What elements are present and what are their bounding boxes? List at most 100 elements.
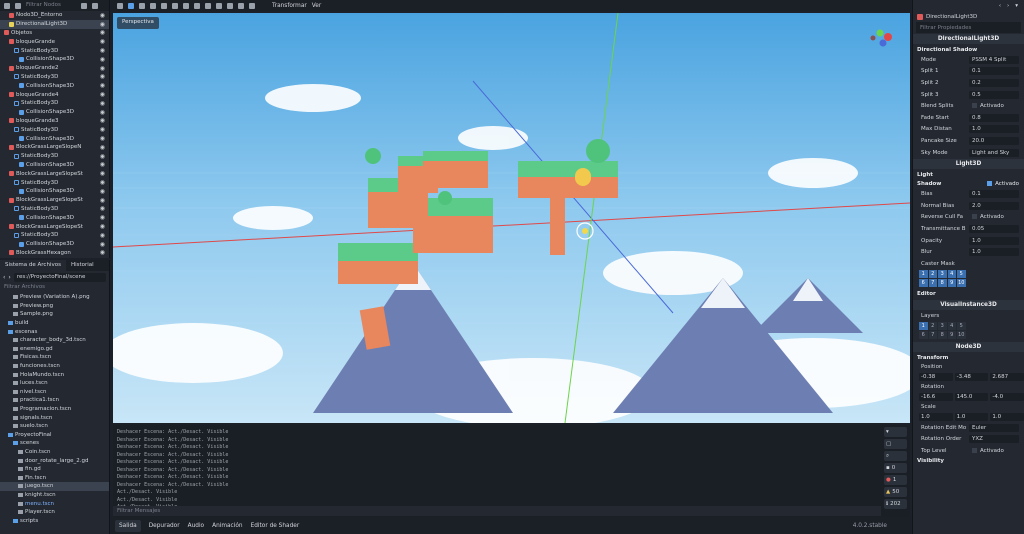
scene-node[interactable]: CollisionShape3D ◉ bbox=[0, 134, 109, 143]
visibility-icon[interactable]: ◉ bbox=[100, 100, 109, 107]
scene-node[interactable]: CollisionShape3D ◉ bbox=[0, 81, 109, 90]
scene-node[interactable]: CollisionShape3D ◉ bbox=[0, 240, 109, 249]
message-filter-input[interactable]: Filtrar Mensajes bbox=[113, 506, 881, 516]
perspective-menu[interactable]: Perspectiva bbox=[117, 17, 159, 29]
layer-bit[interactable]: 8 bbox=[938, 331, 947, 340]
file-item[interactable]: Sample.png bbox=[0, 310, 109, 319]
visibility-icon[interactable]: ◉ bbox=[100, 241, 109, 248]
sun-preview-icon[interactable] bbox=[227, 2, 233, 9]
group-icon[interactable] bbox=[183, 2, 189, 9]
layer-bit[interactable]: 10 bbox=[957, 331, 966, 340]
layer-bit[interactable]: 1 bbox=[919, 322, 928, 331]
prop-value[interactable]: 0.1 bbox=[969, 67, 1019, 76]
layer-bit[interactable]: 8 bbox=[938, 278, 947, 287]
visibility-icon[interactable]: ◉ bbox=[100, 188, 109, 195]
file-item[interactable]: knight.tscn bbox=[0, 491, 109, 500]
tab-shader-editor[interactable]: Editor de Shader bbox=[251, 523, 300, 529]
section-visibility[interactable]: Visibility bbox=[913, 457, 1024, 466]
tab-output[interactable]: Salida bbox=[115, 519, 141, 532]
scale-z[interactable]: 1.0 bbox=[990, 412, 1024, 421]
scene-node[interactable]: CollisionShape3D ◉ bbox=[0, 187, 109, 196]
position-z[interactable]: 2.687 bbox=[990, 372, 1024, 381]
tab-filesystem[interactable]: Sistema de Archivos bbox=[0, 260, 66, 271]
rotation-x[interactable]: -16.6 bbox=[919, 392, 953, 401]
scene-node[interactable]: BlockGrassLargeSlopeSt ◉ bbox=[0, 196, 109, 205]
prop-value[interactable]: PSSM 4 Split bbox=[969, 55, 1019, 64]
visibility-icon[interactable]: ◉ bbox=[100, 144, 109, 151]
toggle-info-button[interactable]: ℹ 202 bbox=[884, 499, 907, 509]
visibility-icon[interactable]: ◉ bbox=[100, 73, 109, 80]
tab-history[interactable]: Historial bbox=[66, 260, 99, 271]
visibility-icon[interactable]: ◉ bbox=[100, 117, 109, 124]
visibility-icon[interactable]: ◉ bbox=[100, 12, 109, 19]
file-filter-input[interactable]: Filtrar Archivos bbox=[0, 283, 109, 293]
prop-value[interactable]: 1.0 bbox=[969, 236, 1019, 245]
prop-value[interactable]: 0.8 bbox=[969, 113, 1019, 122]
prop-value[interactable]: 0.1 bbox=[969, 190, 1019, 199]
scene-node[interactable]: StaticBody3D ◉ bbox=[0, 99, 109, 108]
scene-node[interactable]: BlockGrassLargeSlopeN ◉ bbox=[0, 143, 109, 152]
rotation-y[interactable]: 145.0 bbox=[954, 392, 989, 401]
file-item[interactable]: HolaMundo.tscn bbox=[0, 370, 109, 379]
local-space-icon[interactable] bbox=[205, 2, 211, 9]
position-y[interactable]: -3.48 bbox=[954, 372, 989, 381]
layer-bit[interactable]: 10 bbox=[957, 278, 966, 287]
add-node-icon[interactable] bbox=[4, 2, 10, 9]
search-icon[interactable] bbox=[81, 2, 87, 9]
visibility-icon[interactable]: ◉ bbox=[100, 197, 109, 204]
scene-node[interactable]: StaticBody3D ◉ bbox=[0, 46, 109, 55]
prop-value[interactable]: 0.2 bbox=[969, 78, 1019, 87]
scene-node[interactable]: CollisionShape3D ◉ bbox=[0, 161, 109, 170]
select-tool-icon[interactable] bbox=[117, 2, 123, 9]
file-item[interactable]: practica1.tscn bbox=[0, 396, 109, 405]
folder-item[interactable]: ProyectoFinal bbox=[0, 431, 109, 440]
visibility-icon[interactable]: ◉ bbox=[100, 82, 109, 89]
folder-item[interactable]: scripts bbox=[0, 516, 109, 525]
visibility-icon[interactable]: ◉ bbox=[100, 47, 109, 54]
visibility-icon[interactable]: ◉ bbox=[100, 21, 109, 28]
forward-icon[interactable]: › bbox=[8, 274, 10, 281]
inspected-node-name[interactable]: DirectionalLight3D bbox=[926, 14, 977, 20]
prop-value[interactable]: Euler bbox=[969, 423, 1019, 432]
scale-tool-icon[interactable] bbox=[150, 2, 156, 9]
visibility-icon[interactable]: ◉ bbox=[100, 109, 109, 116]
caster-mask-grid[interactable]: 1 2 3 4 5 6 7 8 9 10 bbox=[919, 269, 1024, 287]
layer-bit[interactable]: 1 bbox=[919, 269, 928, 278]
shadow-enabled-toggle[interactable]: Activado bbox=[987, 180, 1024, 187]
layer-bit[interactable]: 7 bbox=[928, 278, 937, 287]
prop-value[interactable]: 1.0 bbox=[969, 248, 1019, 257]
scene-node[interactable]: bloqueGrande4 ◉ bbox=[0, 90, 109, 99]
visibility-icon[interactable]: ◉ bbox=[100, 56, 109, 63]
visibility-icon[interactable]: ◉ bbox=[100, 91, 109, 98]
visibility-icon[interactable]: ◉ bbox=[100, 249, 109, 256]
file-item[interactable]: juego.tscn bbox=[0, 482, 109, 491]
tab-debugger[interactable]: Depurador bbox=[149, 523, 180, 529]
property-filter-input[interactable]: Filtrar Propiedades bbox=[916, 22, 1021, 33]
scene-node[interactable]: CollisionShape3D ◉ bbox=[0, 55, 109, 64]
path-field[interactable]: res://ProyectoFinal/scene bbox=[13, 272, 106, 282]
transform-menu[interactable]: Transformar bbox=[272, 3, 307, 9]
file-item[interactable]: Fisicas.tscn bbox=[0, 353, 109, 362]
scene-node[interactable]: DirectionalLight3D ◉ bbox=[0, 19, 109, 29]
scene-node[interactable]: StaticBody3D ◉ bbox=[0, 152, 109, 161]
script-icon[interactable] bbox=[92, 2, 98, 9]
more-icon[interactable] bbox=[249, 2, 255, 9]
rotate-tool-icon[interactable] bbox=[139, 2, 145, 9]
prop-value[interactable]: Activado bbox=[969, 102, 1019, 110]
prop-value[interactable]: Activado bbox=[969, 213, 1019, 221]
file-item[interactable]: luces.tscn bbox=[0, 379, 109, 388]
visibility-icon[interactable]: ◉ bbox=[100, 214, 109, 221]
file-item[interactable]: fin.gd bbox=[0, 465, 109, 474]
scene-node[interactable]: BlockGrassLargeSlopeSt ◉ bbox=[0, 222, 109, 231]
position-x[interactable]: -0.38 bbox=[919, 372, 953, 381]
back-icon[interactable]: ‹ bbox=[3, 274, 5, 281]
scene-node[interactable]: CollisionShape3D ◉ bbox=[0, 108, 109, 117]
scene-node[interactable]: bloqueGrande2 ◉ bbox=[0, 64, 109, 73]
layer-bit[interactable]: 3 bbox=[938, 269, 947, 278]
file-item[interactable]: character_body_3d.tscn bbox=[0, 336, 109, 345]
section-transform[interactable]: Transform bbox=[913, 353, 1024, 362]
folder-item[interactable]: build bbox=[0, 319, 109, 328]
file-item[interactable]: door_rotate_large_2.gd bbox=[0, 456, 109, 465]
prop-value[interactable]: 0.5 bbox=[969, 90, 1019, 99]
scene-node[interactable]: Nodo3D_Entorno ◉ bbox=[0, 11, 109, 20]
